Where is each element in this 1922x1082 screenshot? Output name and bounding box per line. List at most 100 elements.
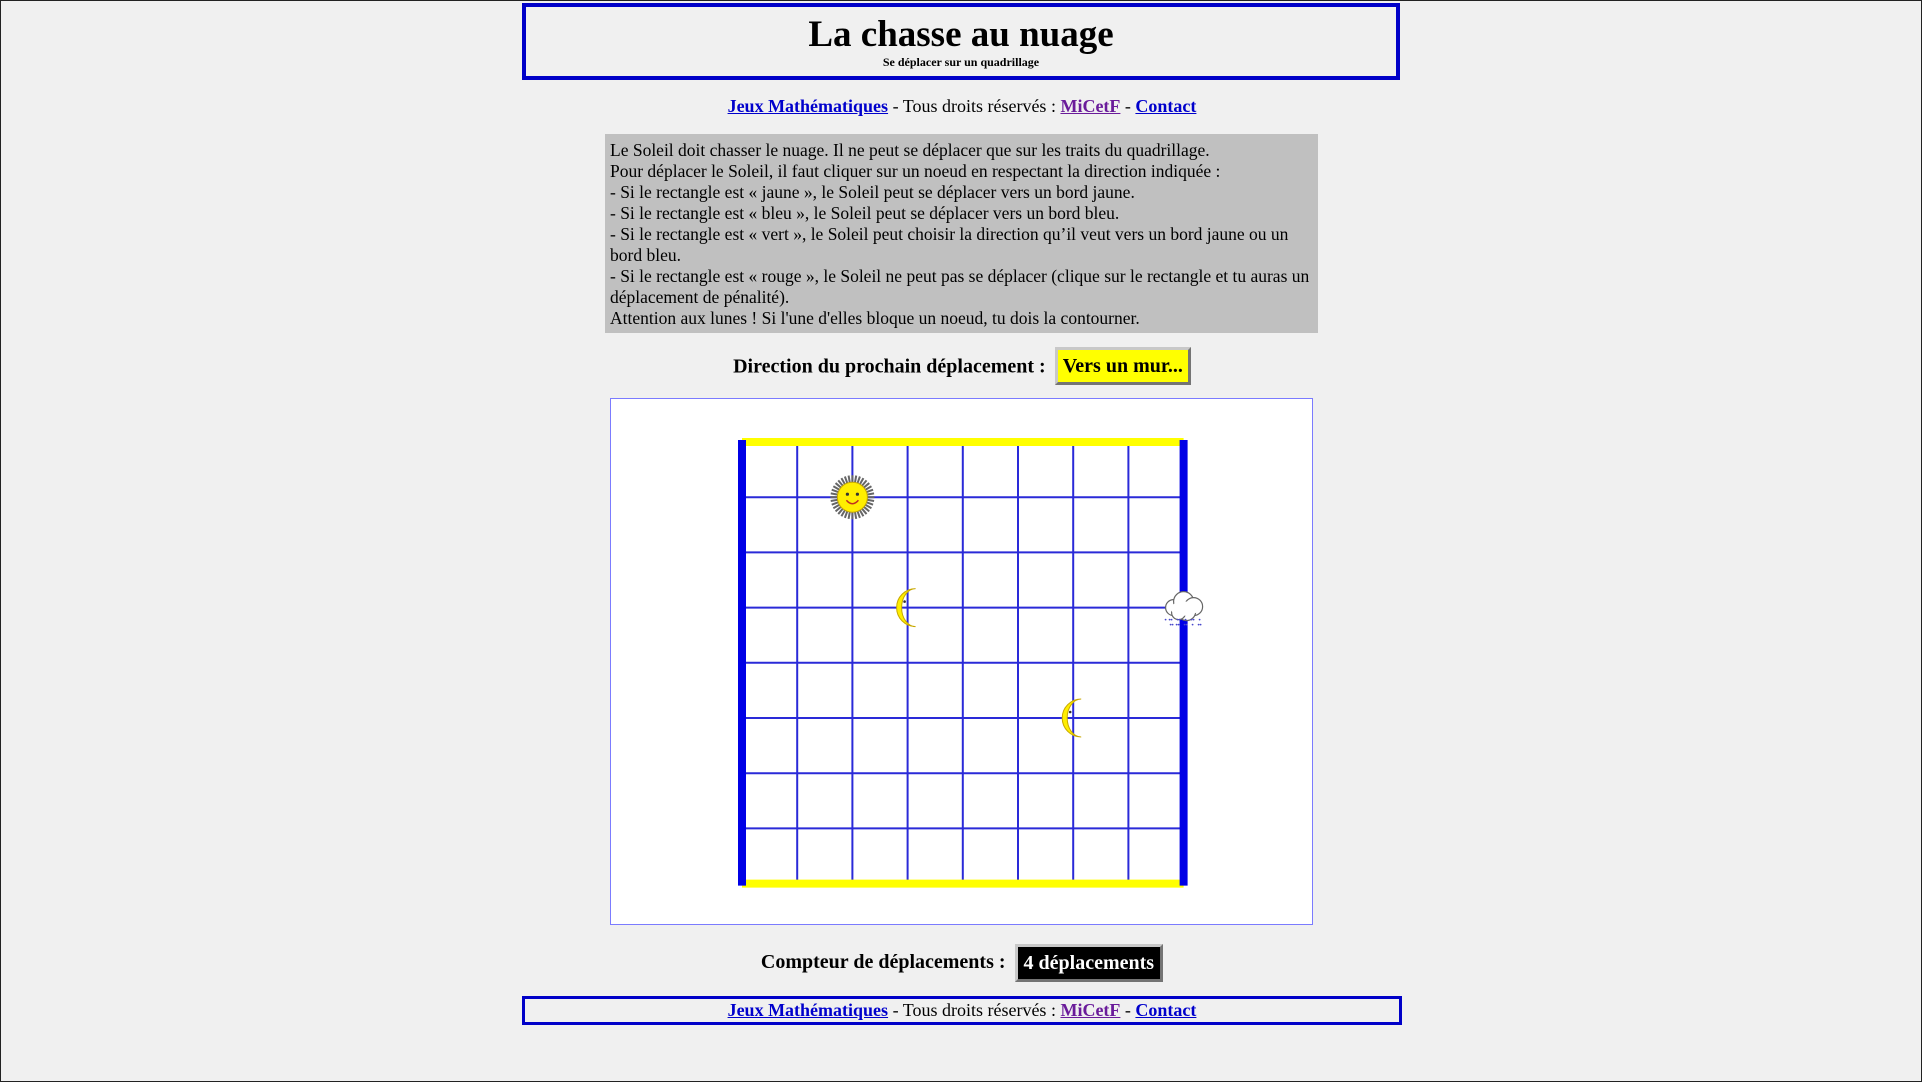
grid-node[interactable] (1063, 874, 1083, 894)
rights-text: - Tous droits réservés : (888, 1000, 1061, 1020)
grid-node[interactable] (787, 598, 807, 618)
grid-node[interactable] (842, 874, 862, 894)
grid-node[interactable] (1008, 432, 1028, 452)
grid-node[interactable] (732, 874, 752, 894)
page-subtitle: Se déplacer sur un quadrillage (882, 55, 1040, 69)
grid-node[interactable] (1063, 818, 1083, 838)
grid-node[interactable] (1063, 542, 1083, 562)
grid-node[interactable] (1174, 653, 1194, 673)
grid-node[interactable] (787, 818, 807, 838)
grid-node[interactable] (1118, 487, 1138, 507)
micetf-link[interactable]: MiCetF (1060, 96, 1120, 116)
games-link[interactable]: Jeux Mathématiques (728, 1000, 889, 1020)
grid-node[interactable] (1063, 763, 1083, 783)
grid-node[interactable] (842, 763, 862, 783)
counter-label: Compteur de déplacements : (760, 951, 1006, 973)
grid-node[interactable] (953, 542, 973, 562)
grid-node[interactable] (842, 598, 862, 618)
grid-node[interactable] (732, 653, 752, 673)
grid-node[interactable] (1063, 598, 1083, 618)
grid-node[interactable] (732, 598, 752, 618)
grid-node[interactable] (1008, 653, 1028, 673)
grid-node[interactable] (732, 542, 752, 562)
grid-node[interactable] (953, 763, 973, 783)
grid-node[interactable] (898, 432, 918, 452)
grid-node[interactable] (953, 874, 973, 894)
grid-node[interactable] (732, 763, 752, 783)
grid-node[interactable] (1174, 763, 1194, 783)
grid-node[interactable] (1174, 708, 1194, 728)
games-link[interactable]: Jeux Mathématiques (728, 96, 889, 116)
grid-node[interactable] (953, 818, 973, 838)
page-title: La chasse au nuage (808, 14, 1114, 55)
grid-node[interactable] (1174, 542, 1194, 562)
grid-node[interactable] (953, 653, 973, 673)
grid-node[interactable] (787, 763, 807, 783)
grid-node[interactable] (898, 763, 918, 783)
grid-node[interactable] (842, 818, 862, 838)
separator: - (1120, 96, 1136, 116)
grid-node[interactable] (1008, 708, 1028, 728)
grid-node[interactable] (1118, 708, 1138, 728)
grid-node[interactable] (898, 818, 918, 838)
grid-node[interactable] (1008, 763, 1028, 783)
rights-text: - Tous droits réservés : (888, 96, 1061, 116)
grid-node[interactable] (787, 708, 807, 728)
separator: - (1120, 1000, 1136, 1020)
grid-node[interactable] (1174, 818, 1194, 838)
grid-node[interactable] (898, 542, 918, 562)
grid-node[interactable] (1118, 874, 1138, 894)
grid-node[interactable] (1118, 542, 1138, 562)
instruction-line: Le Soleil doit chasser le nuage. Il ne p… (610, 140, 1210, 160)
grid-node[interactable] (898, 487, 918, 507)
grid-node[interactable] (1174, 432, 1194, 452)
grid-node[interactable] (1174, 487, 1194, 507)
grid-node[interactable] (1118, 598, 1138, 618)
grid-node[interactable] (1008, 542, 1028, 562)
grid-node[interactable] (953, 487, 973, 507)
grid-node[interactable] (1008, 818, 1028, 838)
grid-node[interactable] (787, 653, 807, 673)
grid-node[interactable] (1063, 653, 1083, 673)
grid-node[interactable] (732, 432, 752, 452)
grid-node[interactable] (842, 653, 862, 673)
counter-row: Compteur de déplacements : 4 déplacement… (1, 941, 1922, 983)
grid-node[interactable] (953, 432, 973, 452)
grid-node[interactable] (1008, 598, 1028, 618)
grid-node[interactable] (787, 487, 807, 507)
instruction-line: Attention aux lunes ! Si l'une d'elles b… (610, 308, 1140, 328)
grid-node[interactable] (787, 874, 807, 894)
grid-node[interactable] (787, 542, 807, 562)
grid-node[interactable] (953, 708, 973, 728)
grid-node[interactable] (1063, 432, 1083, 452)
instructions-panel: Le Soleil doit chasser le nuage. Il ne p… (605, 134, 1318, 333)
grid-node[interactable] (842, 542, 862, 562)
grid-node[interactable] (898, 653, 918, 673)
grid-node[interactable] (1008, 487, 1028, 507)
footer-nav: Jeux Mathématiques - Tous droits réservé… (522, 996, 1402, 1025)
game-board (610, 398, 1313, 925)
grid-node[interactable] (898, 708, 918, 728)
instruction-line: - Si le rectangle est « vert », le Solei… (610, 224, 1289, 265)
direction-row: Direction du prochain déplacement : Vers… (1, 347, 1922, 386)
grid-node[interactable] (1118, 653, 1138, 673)
grid-node[interactable] (1118, 432, 1138, 452)
grid-node[interactable] (1118, 763, 1138, 783)
grid-node[interactable] (898, 874, 918, 894)
grid-node[interactable] (1118, 818, 1138, 838)
contact-link[interactable]: Contact (1135, 96, 1196, 116)
contact-link[interactable]: Contact (1135, 1000, 1196, 1020)
micetf-link[interactable]: MiCetF (1060, 1000, 1120, 1020)
grid-node[interactable] (787, 432, 807, 452)
grid-node[interactable] (732, 818, 752, 838)
board-grid[interactable] (611, 399, 1314, 926)
grid-node[interactable] (1174, 874, 1194, 894)
direction-button[interactable]: Vers un mur... (1054, 347, 1191, 386)
grid-node[interactable] (1063, 487, 1083, 507)
grid-node[interactable] (953, 598, 973, 618)
grid-node[interactable] (842, 432, 862, 452)
grid-node[interactable] (842, 708, 862, 728)
grid-node[interactable] (732, 708, 752, 728)
grid-node[interactable] (1008, 874, 1028, 894)
grid-node[interactable] (732, 487, 752, 507)
